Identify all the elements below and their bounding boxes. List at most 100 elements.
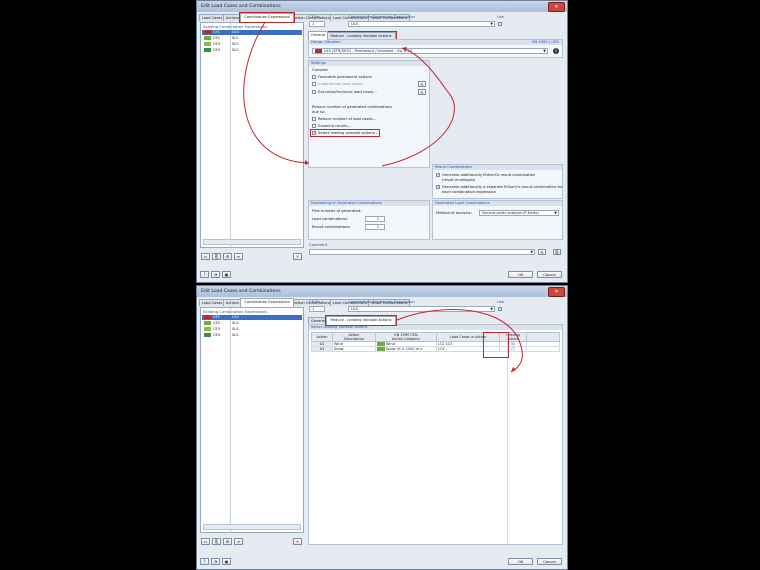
dialog-window-reduce: Edit Load Cases and Combinations ✕ Load … bbox=[196, 285, 568, 570]
units-icon[interactable]: ◔ bbox=[211, 558, 220, 565]
cancel-button[interactable]: Cancel bbox=[537, 558, 562, 565]
help-icon[interactable]: ? bbox=[200, 271, 209, 278]
highlight-box bbox=[483, 332, 509, 358]
examine-results-label: Examine results... bbox=[318, 124, 352, 128]
ce-no-field[interactable]: 1 bbox=[309, 306, 325, 312]
separate-either-or-label: Generate additionally a separate Either/… bbox=[442, 185, 563, 189]
copy-icon[interactable]: ⎘ bbox=[212, 253, 221, 260]
design-situation-group: Design Situation EN 1990 | CEN ULS (STR/… bbox=[308, 39, 563, 58]
existing-list-header: Existing Combination Expressions bbox=[203, 309, 268, 314]
list-item[interactable]: CE2 SLS bbox=[202, 36, 302, 41]
use-label: Use bbox=[497, 300, 504, 304]
tab-load-cases[interactable]: Load Cases bbox=[199, 14, 225, 21]
reduce-load-cases-label: Reduce number of load cases... bbox=[318, 117, 377, 121]
leading-actions-group: Select Leading Variable Actions Action A… bbox=[308, 324, 563, 545]
new-icon[interactable]: ▭ bbox=[201, 253, 210, 260]
exclusive-checkbox[interactable] bbox=[312, 90, 316, 94]
delete-icon[interactable]: ✕ bbox=[293, 253, 302, 260]
leading-actions-title: Select Leading Variable Actions bbox=[309, 325, 562, 330]
favorable-checkbox[interactable] bbox=[312, 75, 316, 79]
result-comb-start-input[interactable]: 1 bbox=[365, 224, 385, 230]
comment-label: Comment bbox=[309, 243, 328, 247]
filter-icon[interactable]: ≡ bbox=[234, 538, 243, 545]
tab-general[interactable]: General bbox=[308, 31, 328, 40]
reduce-text-line1: Reduce number of generated combinations bbox=[312, 105, 393, 109]
tab-load-cases[interactable]: Load Cases bbox=[199, 299, 225, 306]
characteristic-badge bbox=[204, 36, 211, 40]
chevron-down-icon: ▼ bbox=[543, 49, 546, 53]
generate-icon[interactable]: ⚙ bbox=[223, 253, 232, 260]
category-badge bbox=[377, 342, 385, 346]
col-category: EN 1990 CEN Action Category bbox=[375, 332, 437, 342]
design-situation-select[interactable]: ULS (STR/GEO) - Permanent / transient - … bbox=[312, 48, 548, 54]
filter-icon[interactable]: ≡ bbox=[234, 253, 243, 260]
info-icon[interactable]: i bbox=[553, 48, 559, 54]
edit-icon[interactable]: ✎ bbox=[418, 81, 426, 87]
delete-icon[interactable]: ✕ bbox=[293, 538, 302, 545]
tab-combination-expressions[interactable]: Combination Expressions bbox=[240, 298, 294, 307]
list-item[interactable]: CE1 ULS bbox=[202, 315, 302, 320]
existing-expressions-list[interactable]: Existing Combination Expressions CE1 ULS … bbox=[200, 22, 304, 248]
imperfection-checkbox[interactable] bbox=[312, 82, 316, 86]
ce-description-field[interactable]: ULS ▼ bbox=[348, 306, 495, 312]
list-item[interactable]: CE2 SLS bbox=[202, 321, 302, 326]
method-select[interactable]: Second-order analysis (P-Delta) ▼ bbox=[479, 210, 559, 216]
list-item[interactable]: CE4 SLS bbox=[202, 333, 302, 338]
either-or-label: Generate additionally Either/Or-result c… bbox=[442, 173, 536, 177]
ce-description-field[interactable]: ULS ▼ bbox=[348, 21, 495, 27]
existing-list-header: Existing Combination Expressions bbox=[203, 24, 268, 29]
settings-group: Settings Consider Favorable permanent ac… bbox=[308, 60, 430, 168]
use-checkbox[interactable]: ✓ bbox=[498, 22, 502, 26]
chevron-down-icon: ▼ bbox=[490, 22, 493, 26]
col-description: Action Description bbox=[332, 332, 376, 342]
either-or-checkbox[interactable]: ✓ bbox=[436, 173, 440, 177]
generate-icon[interactable]: ⚙ bbox=[223, 538, 232, 545]
list-item[interactable]: CE3 SLS bbox=[202, 327, 302, 332]
separate-either-or-checkbox[interactable]: ✓ bbox=[436, 185, 440, 189]
save-icon[interactable]: ▣ bbox=[222, 271, 231, 278]
favorable-label: Favorable permanent actions bbox=[318, 75, 372, 79]
str-badge bbox=[204, 315, 211, 319]
help-icon[interactable]: ? bbox=[200, 558, 209, 565]
examine-results-checkbox[interactable] bbox=[312, 124, 316, 128]
use-checkbox[interactable]: ✓ bbox=[498, 307, 502, 311]
first-number-label: First number of generated: bbox=[312, 209, 362, 213]
horizontal-scrollbar[interactable] bbox=[203, 524, 301, 530]
ce-no-field[interactable]: 1 bbox=[309, 21, 325, 27]
quasi-permanent-badge bbox=[204, 48, 211, 52]
reduce-load-cases-checkbox[interactable] bbox=[312, 117, 316, 121]
close-button[interactable]: ✕ bbox=[548, 2, 565, 12]
result-comb-label: Result combinations: bbox=[312, 225, 351, 229]
list-item[interactable]: CE1 ULS bbox=[202, 30, 302, 35]
existing-expressions-list[interactable]: Existing Combination Expressions CE1 ULS … bbox=[200, 307, 304, 533]
tab-combination-expressions[interactable]: Combination Expressions bbox=[239, 12, 295, 23]
save-icon[interactable]: ▣ bbox=[222, 558, 231, 565]
title-bar[interactable]: Edit Load Cases and Combinations ✕ bbox=[197, 286, 567, 297]
horizontal-scrollbar[interactable] bbox=[203, 239, 301, 245]
cancel-button[interactable]: Cancel bbox=[537, 271, 562, 278]
col-action: Action bbox=[311, 332, 333, 342]
window-title: Edit Load Cases and Combinations bbox=[201, 289, 281, 294]
str-badge bbox=[204, 30, 211, 34]
load-comb-start-input[interactable]: 1 bbox=[365, 216, 385, 222]
ok-button[interactable]: OK bbox=[508, 271, 533, 278]
units-icon[interactable]: ◔ bbox=[211, 271, 220, 278]
ce-no-label: CE No. bbox=[309, 15, 322, 19]
new-icon[interactable]: ▭ bbox=[201, 538, 210, 545]
ok-button[interactable]: OK bbox=[508, 558, 533, 565]
close-button[interactable]: ✕ bbox=[548, 287, 565, 297]
comment-edit-icon[interactable]: ✎ bbox=[538, 249, 546, 255]
tab-reduce-leading[interactable]: Reduce - Leading Variable Actions bbox=[325, 31, 397, 40]
table-row[interactable]: A3 Snow Snow (H ≤ 1000 m a LC4 ☐ bbox=[311, 346, 560, 352]
tab-general[interactable]: General bbox=[308, 317, 328, 324]
list-item[interactable]: CE3 SLS bbox=[202, 42, 302, 47]
tab-reduce-leading[interactable]: Reduce - Leading Variable Actions bbox=[325, 315, 397, 326]
edit-icon[interactable]: ✎ bbox=[418, 89, 426, 95]
select-leading-checkbox[interactable]: ✓ bbox=[312, 131, 316, 135]
comment-field[interactable]: ▼ bbox=[309, 249, 535, 255]
title-bar[interactable]: Edit Load Cases and Combinations ✕ bbox=[197, 1, 567, 12]
list-item[interactable]: CE4 SLS bbox=[202, 48, 302, 53]
copy-icon[interactable]: ⎘ bbox=[212, 538, 221, 545]
comment-copy-icon[interactable]: ⎘ bbox=[553, 249, 561, 255]
exclusive-label: Exclusive/Inclusive load cases... bbox=[318, 90, 377, 94]
